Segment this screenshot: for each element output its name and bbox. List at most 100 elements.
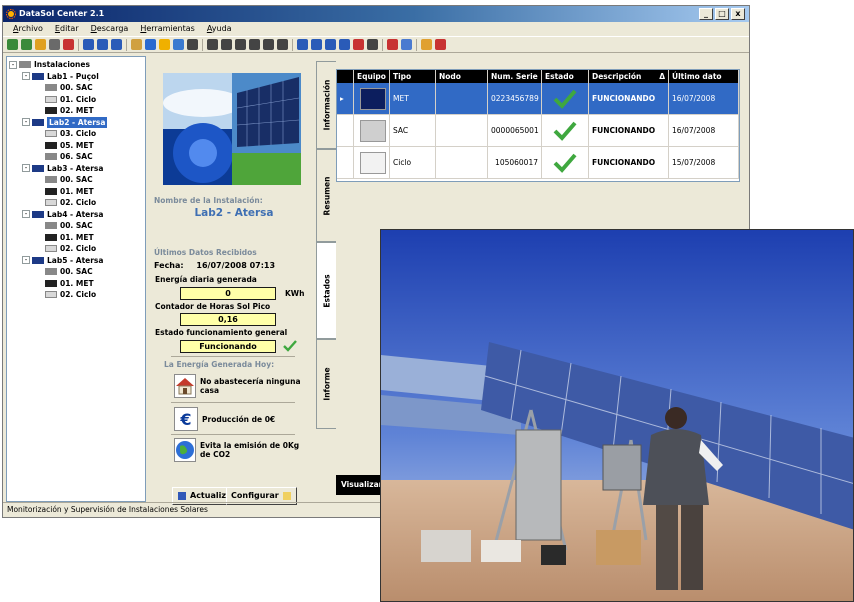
tree-node[interactable]: 02. Ciclo [9,289,143,301]
chart-icon[interactable] [263,39,274,50]
visualizar-button[interactable]: Visualizar [336,475,386,495]
cell-serie: 0000065001 [488,115,542,146]
tree-node[interactable]: 02. MET [9,105,143,117]
tree-node[interactable]: - Lab1 - Puçol [9,71,143,83]
chart-icon[interactable] [221,39,232,50]
col-header-nodo[interactable]: Nodo [436,70,488,83]
tree-node[interactable]: - Lab4 - Atersa [9,209,143,221]
tree-node[interactable]: 00. SAC [9,266,143,278]
tab-informe[interactable]: Informe [316,339,336,429]
house-icon [174,374,196,398]
tab-resumen[interactable]: Resumen [316,149,336,242]
tab-informacion-label: Información [322,79,331,131]
expand-toggle-icon[interactable]: - [22,118,30,127]
tree-node-label: 06. SAC [60,152,93,161]
chart-icon[interactable] [277,39,288,50]
grid-icon[interactable] [83,39,94,50]
chart-icon[interactable] [207,39,218,50]
table-row[interactable]: SAC 0000065001 FUNCIONANDO 16/07/2008 [337,115,739,147]
tab-informacion[interactable]: Información [316,61,336,149]
toolbar-separator [78,38,79,51]
refresh-icon[interactable] [21,39,32,50]
menu-bar: Archivo Editar Descarga Herramientas Ayu… [3,22,749,36]
tree-node[interactable]: 01. MET [9,186,143,198]
expand-toggle-icon[interactable]: - [22,72,30,81]
chart-icon[interactable] [367,39,378,50]
globe-icon[interactable] [111,39,122,50]
col-header-ultimo[interactable]: Último dato [669,70,739,83]
chart-icon[interactable] [187,39,198,50]
divider [171,402,295,403]
col-header-indicator[interactable] [337,70,354,83]
stop-icon[interactable] [435,39,446,50]
chart-icon[interactable] [353,39,364,50]
tree-node[interactable]: 01. MET [9,232,143,244]
menu-herramientas[interactable]: Herramientas [134,22,201,36]
toolbar-separator [382,38,383,51]
person-icon[interactable] [401,39,412,50]
energy-unit: KWh [285,289,305,298]
menu-descarga[interactable]: Descarga [85,22,135,36]
tree-node[interactable]: 02. Ciclo [9,243,143,255]
cloud-icon[interactable] [145,39,156,50]
tree-node[interactable]: - Lab5 - Atersa [9,255,143,267]
check-icon [542,115,589,146]
refresh-icon [178,492,186,500]
tree-node-label: 01. MET [60,278,94,288]
col-header-tipo[interactable]: Tipo [390,70,436,83]
tree-node[interactable]: 00. SAC [9,174,143,186]
sun-app-icon [6,9,16,19]
menu-archivo[interactable]: Archivo [7,22,49,36]
table-row[interactable]: ▸ MET 0223456789 FUNCIONANDO 16/07/2008 [337,83,739,115]
col-header-descripcion[interactable]: Descripción Δ [589,70,669,83]
tree-node[interactable]: 06. SAC [9,151,143,163]
person-icon[interactable] [421,39,432,50]
date-value: 16/07/2008 07:13 [196,261,276,270]
menu-ayuda[interactable]: Ayuda [201,22,238,36]
maximize-button[interactable]: □ [715,8,729,20]
grid-header: Equipo Tipo Nodo Num. Serie Estado Descr… [337,70,739,83]
chart-icon[interactable] [297,39,308,50]
chart-icon[interactable] [235,39,246,50]
tree-node[interactable]: - Lab3 - Atersa [9,163,143,175]
tree-node[interactable]: - Lab2 - Atersa [9,116,143,128]
col-header-estado[interactable]: Estado [542,70,589,83]
grid-icon[interactable] [97,39,108,50]
hand-icon[interactable] [131,39,142,50]
tree-node[interactable]: 00. SAC [9,220,143,232]
install-name-label: Nombre de la Instalación: [154,196,263,205]
tab-informe-label: Informe [322,367,331,401]
chart-icon[interactable] [311,39,322,50]
sun-icon[interactable] [159,39,170,50]
expand-toggle-icon[interactable]: - [22,164,30,173]
minimize-button[interactable]: _ [699,8,713,20]
close-button[interactable]: x [731,8,745,20]
installation-photo [163,73,301,185]
tree-node[interactable]: 01. MET [9,278,143,290]
tree-node[interactable]: - Instalaciones [9,59,143,71]
expand-toggle-icon[interactable]: - [22,210,30,219]
folder-icon[interactable] [35,39,46,50]
delete-icon[interactable] [63,39,74,50]
chart-icon[interactable] [339,39,350,50]
tree-node[interactable]: 01. Ciclo [9,94,143,106]
tree-node[interactable]: 03. Ciclo [9,128,143,140]
menu-editar[interactable]: Editar [49,22,85,36]
print-icon[interactable] [49,39,60,50]
col-header-serie[interactable]: Num. Serie [488,70,542,83]
expand-toggle-icon[interactable]: - [9,60,17,69]
tree-node[interactable]: 05. MET [9,140,143,152]
status-field: Funcionando [180,340,276,353]
hours-field: 0,16 [180,313,276,326]
expand-toggle-icon[interactable]: - [22,256,30,265]
tree-node[interactable]: 00. SAC [9,82,143,94]
chart-icon[interactable] [249,39,260,50]
cross-icon[interactable] [387,39,398,50]
chart-icon[interactable] [325,39,336,50]
tree-node[interactable]: 02. Ciclo [9,197,143,209]
refresh-icon[interactable] [7,39,18,50]
col-header-equipo[interactable]: Equipo [354,70,390,83]
image-icon[interactable] [173,39,184,50]
tab-estados[interactable]: Estados [316,242,336,339]
table-row[interactable]: Ciclo 105060017 FUNCIONANDO 15/07/2008 [337,147,739,179]
